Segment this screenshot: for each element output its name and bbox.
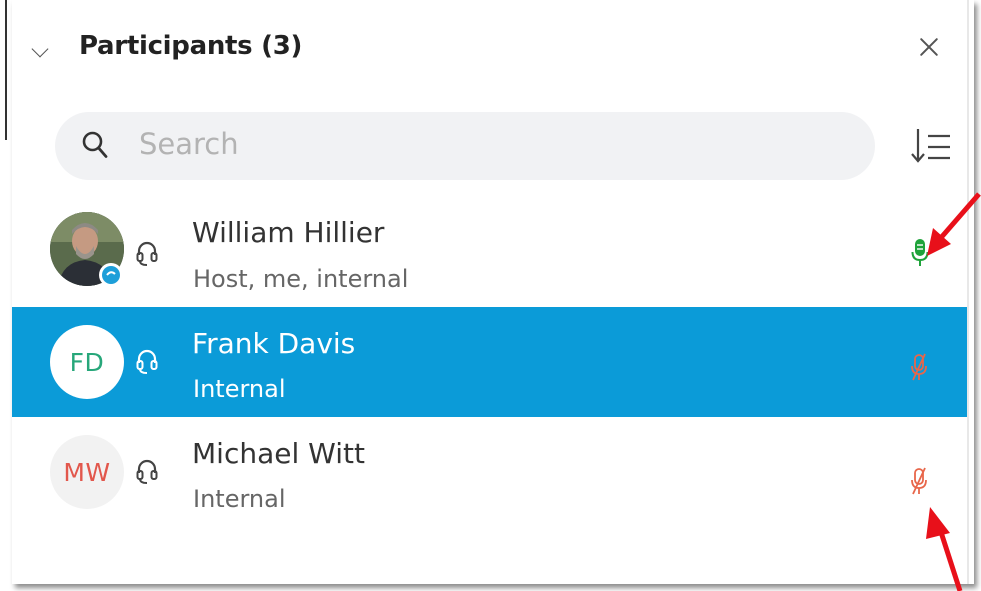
headset-icon — [136, 349, 158, 374]
annotation-arrow-icon — [926, 507, 963, 591]
panel-scrollbar[interactable] — [967, 0, 969, 584]
panel-title[interactable]: Participants (3) — [79, 31, 302, 61]
participant-role: Internal — [193, 375, 286, 403]
participant-role: Host, me, internal — [193, 265, 409, 293]
search-placeholder: Search — [139, 127, 239, 161]
participants-screenshot: Participants (3) Search William Hillier … — [0, 0, 981, 591]
participant-row-william-hillier[interactable]: William Hillier Host, me, internal — [12, 200, 967, 307]
participant-name: Frank Davis — [192, 327, 356, 360]
mic-muted-icon[interactable] — [910, 353, 928, 383]
search-icon — [82, 131, 108, 158]
window-edge — [5, 0, 7, 140]
close-panel-button[interactable] — [917, 35, 941, 59]
participant-name: Michael Witt — [192, 437, 365, 470]
mic-muted-icon[interactable] — [910, 467, 928, 497]
participant-role: Internal — [193, 485, 286, 513]
sort-list-icon[interactable] — [908, 126, 952, 166]
avatar-initials: FD — [50, 325, 124, 399]
participant-row-michael-witt[interactable]: MW Michael Witt Internal — [12, 417, 967, 527]
participant-row-frank-davis[interactable]: FD Frank Davis Internal — [12, 307, 967, 417]
participant-name: William Hillier — [192, 216, 385, 249]
presence-badge-icon — [99, 263, 123, 287]
annotation-arrow-icon — [927, 192, 981, 256]
avatar-initials: MW — [50, 435, 124, 509]
headset-icon — [136, 459, 158, 484]
headset-icon — [136, 241, 158, 266]
